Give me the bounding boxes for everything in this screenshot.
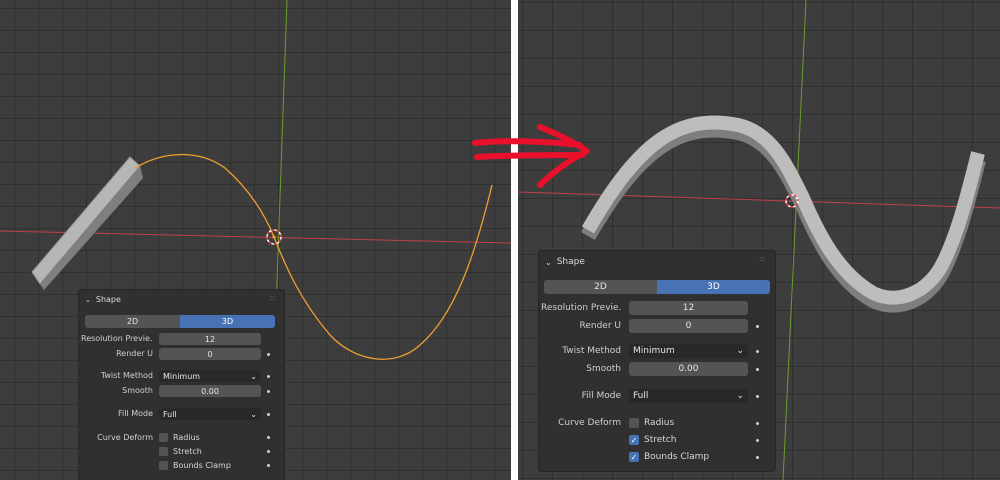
- stretch-checkbox-label: Stretch: [173, 447, 202, 456]
- keyframe-dot-icon[interactable]: [267, 353, 270, 356]
- twist-method-dropdown[interactable]: Minimum ⌄: [159, 370, 261, 382]
- image-divider: [511, 0, 518, 480]
- twist-method-label: Twist Method: [562, 346, 621, 356]
- panel-header[interactable]: ⌄ Shape: [85, 295, 121, 304]
- bounds-clamp-checkbox-label: Bounds Clamp: [173, 461, 231, 470]
- checkbox-box[interactable]: ✓: [629, 435, 639, 445]
- twist-method-value: Minimum: [633, 346, 675, 356]
- keyframe-dot-icon[interactable]: [756, 456, 759, 459]
- smooth-label: Smooth: [122, 386, 153, 395]
- bounds-clamp-checkbox[interactable]: Bounds Clamp: [159, 460, 231, 471]
- viewport-left[interactable]: ⌄ Shape :::: 2D 3D Resolution Previe... …: [0, 0, 511, 480]
- keyframe-dot-icon[interactable]: [267, 375, 270, 378]
- mode-toggle: 2D 3D: [85, 315, 275, 328]
- twist-method-dropdown[interactable]: Minimum ⌄: [629, 344, 748, 358]
- smooth-field[interactable]: 0.00: [159, 385, 261, 397]
- keyframe-dot-icon[interactable]: [267, 413, 270, 416]
- mode-3d-button[interactable]: 3D: [180, 315, 275, 328]
- render-u-field[interactable]: 0: [159, 348, 261, 360]
- radius-checkbox-label: Radius: [644, 418, 675, 428]
- resolution-preview-field[interactable]: 12: [159, 333, 261, 345]
- chevron-down-icon: ⌄: [85, 295, 91, 304]
- chevron-down-icon: ⌄: [736, 391, 744, 401]
- y-axis-line: [782, 0, 807, 480]
- bevel-mesh-side: [40, 166, 143, 290]
- curve-deform-label: Curve Deform: [97, 433, 153, 442]
- radius-checkbox[interactable]: Radius: [629, 417, 674, 429]
- shape-panel-right: ⌄ Shape :::: 2D 3D Resolution Previe... …: [538, 250, 776, 472]
- resolution-preview-label: Resolution Previe...: [81, 334, 153, 343]
- chevron-down-icon: ⌄: [545, 257, 552, 267]
- fill-mode-label: Fill Mode: [117, 409, 153, 418]
- checkbox-box[interactable]: [159, 461, 168, 470]
- keyframe-dot-icon[interactable]: [756, 350, 759, 353]
- chevron-down-icon: ⌄: [250, 371, 257, 381]
- chevron-down-icon: ⌄: [250, 409, 257, 419]
- render-u-label: Render U: [579, 321, 622, 331]
- panel-header[interactable]: ⌄ Shape: [545, 257, 585, 267]
- panel-title: Shape: [556, 257, 585, 267]
- fill-mode-value: Full: [163, 409, 177, 419]
- bounds-clamp-checkbox[interactable]: ✓ Bounds Clamp: [629, 451, 709, 463]
- curve-deform-label: Curve Deform: [558, 418, 621, 428]
- viewport-right[interactable]: ⌄ Shape :::: 2D 3D Resolution Previe... …: [518, 0, 1000, 480]
- panel-title: Shape: [95, 295, 121, 304]
- stretch-checkbox[interactable]: ✓ Stretch: [629, 434, 676, 446]
- fill-mode-label: Fill Mode: [581, 391, 621, 401]
- mode-3d-button[interactable]: 3D: [657, 280, 770, 294]
- checkbox-box[interactable]: [629, 418, 639, 428]
- twist-method-value: Minimum: [163, 371, 201, 381]
- radius-checkbox[interactable]: Radius: [159, 432, 200, 443]
- mode-2d-button[interactable]: 2D: [544, 280, 657, 294]
- grip-icon[interactable]: ::::: [759, 255, 766, 263]
- stretch-checkbox-label: Stretch: [644, 435, 677, 445]
- fill-mode-dropdown[interactable]: Full ⌄: [159, 408, 261, 420]
- checkbox-box[interactable]: [159, 433, 168, 442]
- twist-method-label: Twist Method: [100, 371, 153, 380]
- hand-drawn-arrow-icon: [472, 124, 590, 188]
- mode-2d-button[interactable]: 2D: [85, 315, 180, 328]
- checkmark-icon: ✓: [630, 435, 638, 445]
- smooth-field[interactable]: 0.00: [629, 362, 748, 376]
- keyframe-dot-icon[interactable]: [756, 325, 759, 328]
- keyframe-dot-icon[interactable]: [756, 368, 759, 371]
- fill-mode-dropdown[interactable]: Full ⌄: [629, 389, 748, 403]
- chevron-down-icon: ⌄: [736, 346, 744, 356]
- smooth-label: Smooth: [586, 364, 621, 374]
- keyframe-dot-icon[interactable]: [756, 439, 759, 442]
- keyframe-dot-icon[interactable]: [267, 436, 270, 439]
- bounds-clamp-checkbox-label: Bounds Clamp: [644, 452, 710, 462]
- keyframe-dot-icon[interactable]: [756, 395, 759, 398]
- keyframe-dot-icon[interactable]: [267, 450, 270, 453]
- bevel-mesh-segment: [31, 156, 141, 285]
- radius-checkbox-label: Radius: [173, 433, 200, 442]
- resolution-preview-label: Resolution Previe...: [541, 303, 621, 313]
- render-u-label: Render U: [116, 349, 153, 358]
- resolution-preview-field[interactable]: 12: [629, 301, 748, 315]
- mode-toggle: 2D 3D: [544, 280, 770, 294]
- fill-mode-value: Full: [633, 391, 649, 401]
- checkbox-box[interactable]: ✓: [629, 452, 639, 462]
- keyframe-dot-icon[interactable]: [267, 464, 270, 467]
- stretch-checkbox[interactable]: Stretch: [159, 446, 202, 457]
- grip-icon[interactable]: ::::: [269, 294, 276, 302]
- render-u-field[interactable]: 0: [629, 319, 748, 333]
- keyframe-dot-icon[interactable]: [756, 422, 759, 425]
- checkmark-icon: ✓: [630, 452, 638, 462]
- checkbox-box[interactable]: [159, 447, 168, 456]
- shape-panel-left: ⌄ Shape :::: 2D 3D Resolution Previe... …: [78, 289, 285, 480]
- keyframe-dot-icon[interactable]: [267, 390, 270, 393]
